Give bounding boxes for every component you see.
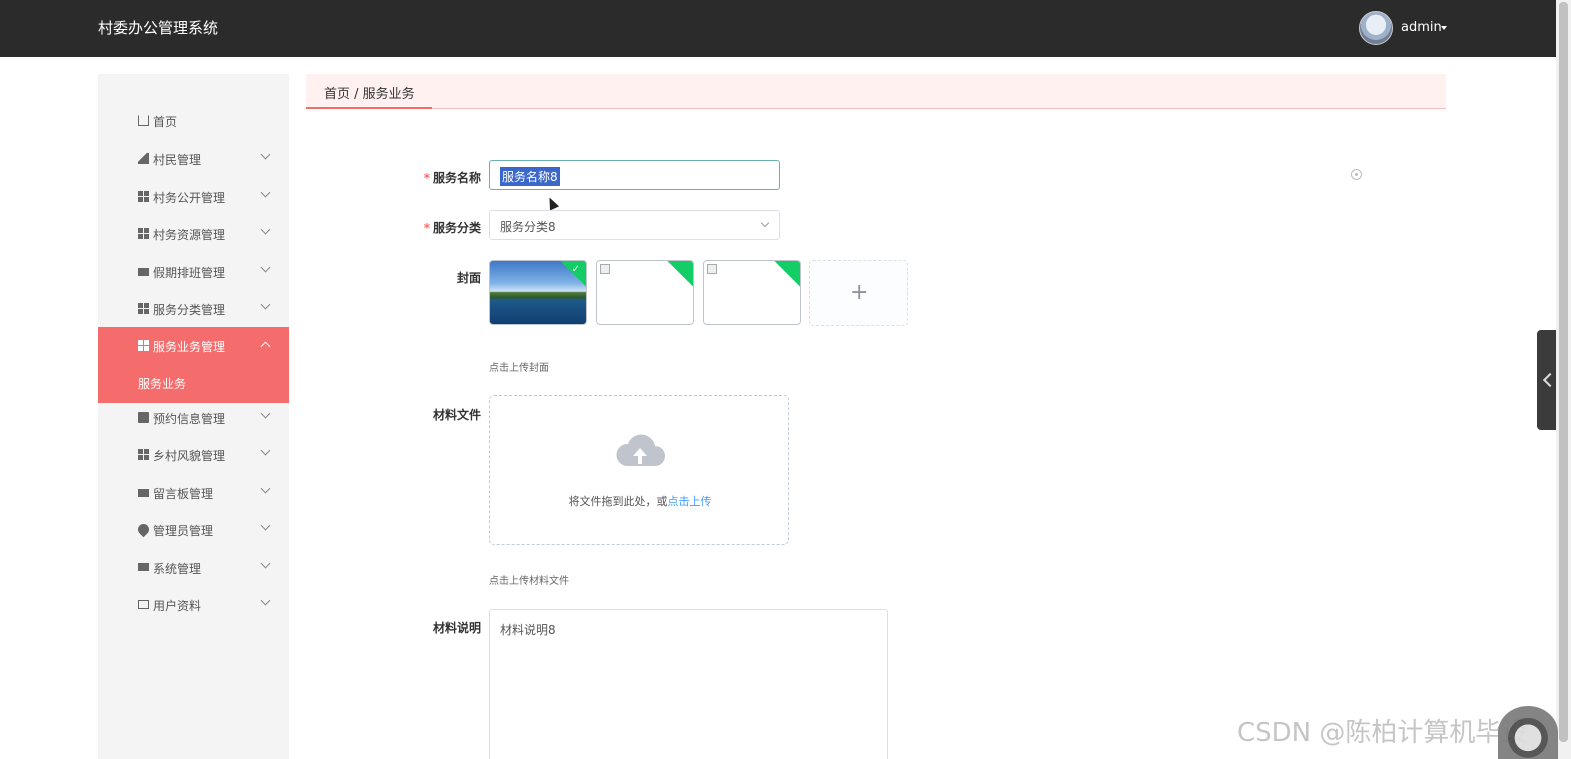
message-icon xyxy=(138,268,149,276)
sidebar-item-label: 服务业务管理 xyxy=(153,340,226,354)
sidebar-item-label: 系统管理 xyxy=(153,562,202,576)
sidebar-item-service-category[interactable]: 服务分类管理 xyxy=(98,290,289,328)
home-icon xyxy=(138,115,149,126)
grid-icon xyxy=(138,340,149,351)
grid-icon xyxy=(138,228,149,239)
scrollbar-thumb[interactable] xyxy=(1559,2,1568,742)
file-drop-zone[interactable]: 将文件拖到此处，或点击上传 xyxy=(489,395,789,545)
grid-icon xyxy=(138,191,149,202)
chevron-down-icon xyxy=(260,408,271,419)
broken-image-icon xyxy=(600,264,610,274)
breadcrumb-active-underline xyxy=(306,107,432,109)
mascot-image xyxy=(1498,706,1558,759)
sidebar-item-label: 村务公开管理 xyxy=(153,191,226,205)
grid-icon xyxy=(138,449,149,460)
sidebar-item-admins[interactable]: 管理员管理 xyxy=(98,511,289,549)
sidebar-item-holiday-schedule[interactable]: 假期排班管理 xyxy=(98,253,289,291)
top-bar: 村委办公管理系统 admin xyxy=(0,0,1556,57)
sidebar-item-message-board[interactable]: 留言板管理 xyxy=(98,474,289,512)
chevron-left-icon xyxy=(1542,372,1558,388)
send-icon xyxy=(138,153,149,164)
upload-success-badge xyxy=(773,261,800,288)
chevron-down-icon xyxy=(260,595,271,606)
material-desc-value: 材料说明8 xyxy=(500,623,556,637)
sidebar-item-label: 假期排班管理 xyxy=(153,266,226,280)
sidebar-item-system[interactable]: 系统管理 xyxy=(98,549,289,587)
sidebar-item-residents[interactable]: 村民管理 xyxy=(98,140,289,178)
monitor-icon xyxy=(138,563,149,571)
check-icon: ✓ xyxy=(571,264,580,275)
sidebar-item-home[interactable]: 首页 xyxy=(98,102,289,140)
page-scrollbar[interactable] xyxy=(1556,0,1571,759)
chevron-down-icon xyxy=(260,520,271,531)
click-upload-link[interactable]: 点击上传 xyxy=(668,495,712,508)
service-name-input[interactable]: 服务名称8 xyxy=(489,160,780,190)
upload-success-badge xyxy=(666,261,693,288)
material-desc-label: 材料说明 xyxy=(432,621,481,635)
sidebar-item-label: 留言板管理 xyxy=(153,487,214,501)
sidebar-item-label: 村民管理 xyxy=(153,153,202,167)
location-icon xyxy=(135,521,152,538)
sidebar-item-label: 用户资料 xyxy=(153,599,202,613)
sidebar-item-label: 村务资源管理 xyxy=(153,228,226,242)
add-cover-button[interactable]: + xyxy=(809,260,908,326)
sidebar-item-village-scenery[interactable]: 乡村风貌管理 xyxy=(98,436,289,474)
sidebar-item-label: 首页 xyxy=(153,115,178,129)
cover-image-3[interactable] xyxy=(703,260,801,325)
service-name-label: * 服务名称 xyxy=(423,171,481,185)
chevron-down-icon xyxy=(260,445,271,456)
app-title: 村委办公管理系统 xyxy=(98,19,219,37)
chevron-down-icon xyxy=(260,224,271,235)
grid-icon xyxy=(138,303,149,314)
service-category-label: * 服务分类 xyxy=(423,221,481,235)
material-file-label: 材料文件 xyxy=(432,408,481,422)
chevron-down-icon xyxy=(260,558,271,569)
chevron-down-icon xyxy=(260,187,271,198)
chevron-up-icon xyxy=(260,341,271,352)
service-category-select[interactable]: 服务分类8 xyxy=(489,210,780,240)
user-name[interactable]: admin xyxy=(1401,20,1442,35)
breadcrumb[interactable]: 首页 / 服务业务 xyxy=(324,83,415,102)
collapse-panel-tab[interactable] xyxy=(1537,330,1558,430)
sidebar-item-label: 管理员管理 xyxy=(153,524,214,538)
sidebar-item-label: 服务分类管理 xyxy=(153,303,226,317)
sidebar-menu: 首页 村民管理 村务公开管理 村务资源管理 假期排班管理 服务分类管理 服务业务… xyxy=(98,74,289,759)
sidebar-item-label: 预约信息管理 xyxy=(153,412,226,426)
sidebar-item-label: 乡村风貌管理 xyxy=(153,449,226,463)
cover-image-2[interactable] xyxy=(596,260,694,325)
caret-down-icon[interactable] xyxy=(1441,26,1447,30)
broken-image-icon xyxy=(707,264,717,274)
printer-icon xyxy=(138,489,149,497)
sidebar-item-appointments[interactable]: 预约信息管理 xyxy=(98,399,289,437)
material-desc-textarea[interactable]: 材料说明8 xyxy=(489,609,888,759)
cover-image-1[interactable]: ✓ xyxy=(489,260,587,325)
plus-icon: + xyxy=(850,280,869,305)
clipboard-icon xyxy=(138,412,149,423)
chevron-down-icon xyxy=(260,299,271,310)
file-hint: 点击上传材料文件 xyxy=(489,576,569,587)
chevron-down-icon xyxy=(260,149,271,160)
drop-zone-text: 将文件拖到此处，或点击上传 xyxy=(568,495,712,508)
breadcrumb-bar xyxy=(306,74,1446,109)
sidebar-item-service-business[interactable]: 服务业务管理 服务业务 xyxy=(98,327,289,403)
chevron-down-icon xyxy=(260,262,271,273)
sidebar-item-affairs-public[interactable]: 村务公开管理 xyxy=(98,178,289,216)
cover-hint: 点击上传封面 xyxy=(489,363,549,374)
sidebar-item-user-profile[interactable]: 用户资料 xyxy=(98,586,289,624)
user-avatar[interactable] xyxy=(1359,11,1393,45)
sidebar-subitem-service-business[interactable]: 服务业务 xyxy=(138,375,186,392)
card-icon xyxy=(138,600,149,609)
sidebar-item-affairs-resources[interactable]: 村务资源管理 xyxy=(98,215,289,253)
service-name-value: 服务名称8 xyxy=(500,167,560,186)
chevron-down-icon xyxy=(260,483,271,494)
watermark: CSDN @陈柏计算机毕设 xyxy=(1237,718,1528,748)
cover-label: 封面 xyxy=(456,271,481,285)
clear-icon[interactable] xyxy=(1351,169,1362,180)
upload-cloud-icon xyxy=(616,434,665,466)
chevron-down-icon xyxy=(760,218,770,228)
service-category-value: 服务分类8 xyxy=(500,220,556,234)
